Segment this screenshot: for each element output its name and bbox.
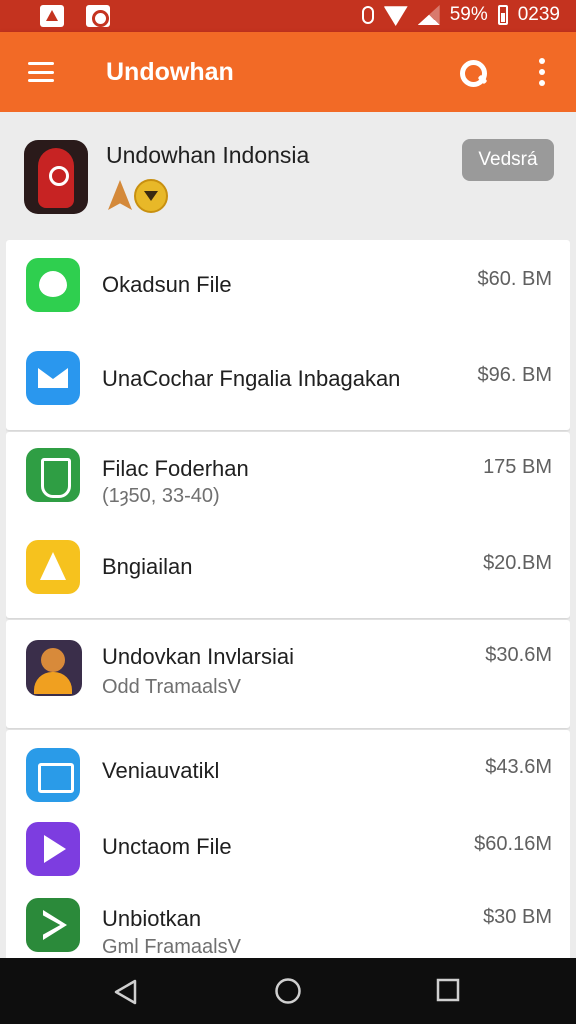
- list-item[interactable]: Bngiailan $20.BM: [6, 526, 570, 618]
- play-icon: [26, 822, 80, 876]
- list-item[interactable]: Okadsun File $60. BM: [6, 240, 570, 332]
- app-notification-icon: [86, 5, 110, 27]
- status-bar: 59% 0239: [0, 0, 576, 32]
- list-card: Undovkan Invlarsiai Odd TramaalsV $30.6M: [6, 620, 570, 728]
- cone-icon: [26, 540, 80, 594]
- avatar-icon: [26, 640, 82, 696]
- app-title: Undowhan: [106, 58, 234, 86]
- arrow-badge-icon: [108, 180, 132, 210]
- play-store-icon: [26, 898, 80, 952]
- featured-app: Undowhan Indonsia Vedsrá: [0, 112, 576, 238]
- list-card: Okadsun File $60. BM UnaCochar Fngalia I…: [6, 240, 570, 430]
- item-size: $60.16M: [474, 833, 552, 855]
- list-item[interactable]: Unctaom File $60.16M: [6, 810, 570, 890]
- signal-icon: [417, 5, 440, 25]
- app-bar: Undowhan: [0, 32, 576, 112]
- item-size: $20.BM: [483, 552, 552, 574]
- item-subtitle: Odd TramaalsV: [102, 676, 241, 698]
- item-subtitle: Gml FramaalsV: [102, 936, 241, 958]
- notification-icons: [40, 5, 110, 27]
- item-title: Okadsun File: [102, 272, 232, 297]
- item-title: Filac Foderhan: [102, 456, 249, 481]
- file-icon: [26, 448, 80, 502]
- battery-percent: 59%: [449, 4, 488, 25]
- system-icons: 59% 0239: [361, 4, 560, 26]
- item-title: Bngiailan: [102, 554, 193, 579]
- item-title: Veniauvatikl: [102, 758, 220, 783]
- item-size: $30.6M: [485, 644, 552, 666]
- list-item[interactable]: Filac Foderhan (1ȝ50, 33-40) 175 BM: [6, 432, 570, 526]
- medal-badge-icon: [134, 179, 168, 213]
- featured-app-name: Undowhan Indonsia: [106, 142, 310, 168]
- item-title: UnaCochar Fngalia Inbagakan: [102, 366, 401, 391]
- battery-icon: [497, 5, 508, 25]
- item-title: Unbiotkan: [102, 906, 202, 931]
- list-card: Veniauvatikl $43.6M Unctaom File $60.16M…: [6, 730, 570, 958]
- list-item[interactable]: Unbiotkan Gml FramaalsV $30 BM: [6, 890, 570, 958]
- navigation-bar: [0, 958, 576, 1024]
- recents-icon[interactable]: [436, 978, 460, 1002]
- mail-icon: [26, 351, 80, 405]
- app-notification-icon: [40, 5, 64, 27]
- item-size: $30 BM: [483, 906, 552, 928]
- item-size: $60. BM: [477, 268, 552, 290]
- item-size: $43.6M: [485, 756, 552, 778]
- list-card: Filac Foderhan (1ȝ50, 33-40) 175 BM Bngi…: [6, 432, 570, 618]
- item-subtitle: (1ȝ50, 33-40): [102, 485, 220, 507]
- version-button[interactable]: Vedsrá: [462, 139, 554, 181]
- list-item[interactable]: UnaCochar Fngalia Inbagakan $96. BM: [6, 332, 570, 430]
- back-icon[interactable]: [113, 979, 139, 1010]
- image-icon: [26, 748, 80, 802]
- vibrate-icon: [361, 6, 374, 24]
- home-icon[interactable]: [274, 977, 302, 1005]
- item-size: $96. BM: [477, 364, 552, 386]
- file-list: Okadsun File $60. BM UnaCochar Fngalia I…: [6, 240, 570, 958]
- list-item[interactable]: Undovkan Invlarsiai Odd TramaalsV $30.6M: [6, 620, 570, 728]
- backpack-icon: [24, 140, 88, 214]
- menu-icon[interactable]: [28, 62, 54, 82]
- wifi-icon: [383, 6, 408, 26]
- more-vert-icon[interactable]: [532, 58, 552, 86]
- chat-bubble-icon: [26, 258, 80, 312]
- item-size: 175 BM: [483, 456, 552, 478]
- item-title: Unctaom File: [102, 834, 232, 859]
- clock: 0239: [517, 4, 560, 25]
- item-title: Undovkan Invlarsiai: [102, 644, 294, 669]
- list-item[interactable]: Veniauvatikl $43.6M: [6, 730, 570, 810]
- search-icon[interactable]: [458, 58, 488, 88]
